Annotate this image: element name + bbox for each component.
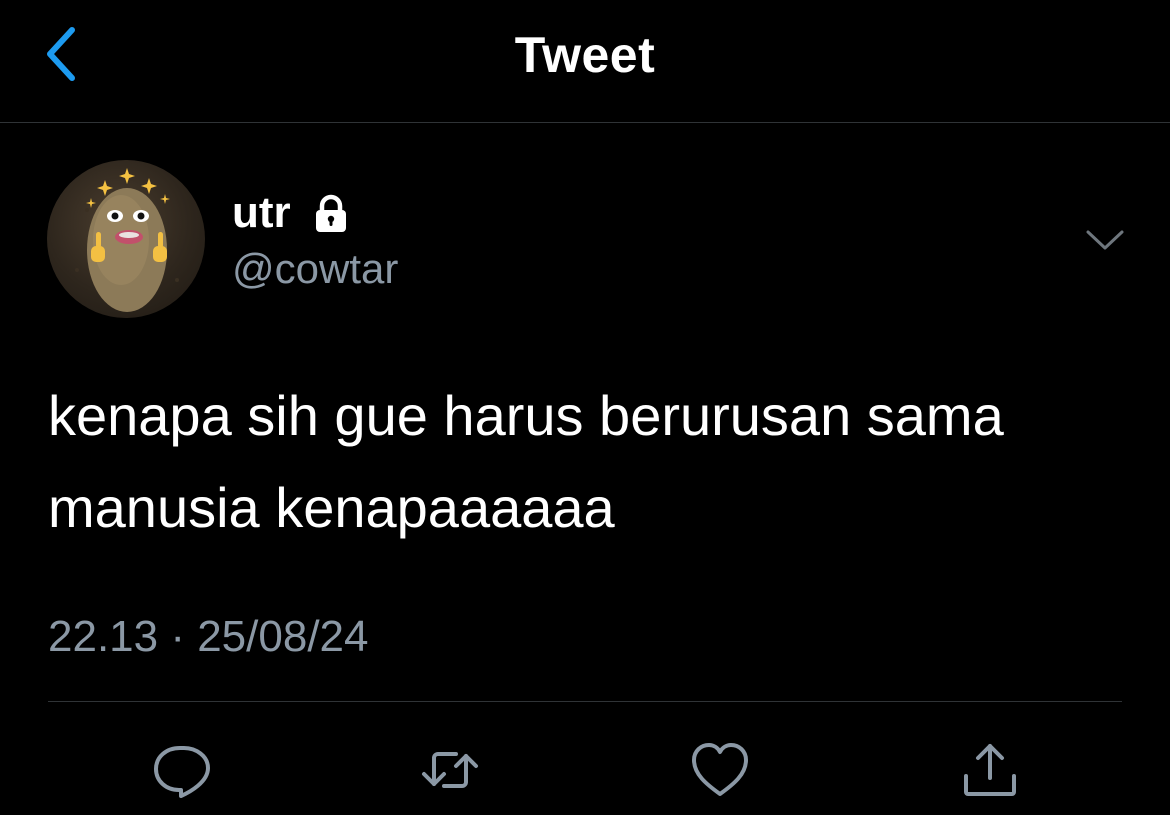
avatar[interactable] [47,160,205,318]
reply-icon [154,746,210,798]
heart-icon [692,743,748,796]
retweet-button[interactable] [418,738,482,802]
lock-icon [310,192,352,234]
divider [48,701,1122,702]
page-title: Tweet [514,27,656,83]
tweet-text: kenapa sih gue harus berurusan sama manu… [48,384,1004,539]
potato-avatar-icon [75,168,179,312]
chevron-down-icon [1086,230,1124,250]
handle[interactable]: @cowtar [232,244,398,294]
display-name[interactable]: utr [232,188,291,238]
reply-button[interactable] [150,738,214,802]
timestamp[interactable]: 22.13 · 25/08/24 [48,612,368,662]
like-button[interactable] [688,738,752,802]
more-options-button[interactable] [1082,222,1128,258]
retweet-icon [422,752,478,788]
top-bar: Tweet [0,0,1170,123]
share-icon [964,744,1016,796]
share-button[interactable] [958,738,1022,802]
